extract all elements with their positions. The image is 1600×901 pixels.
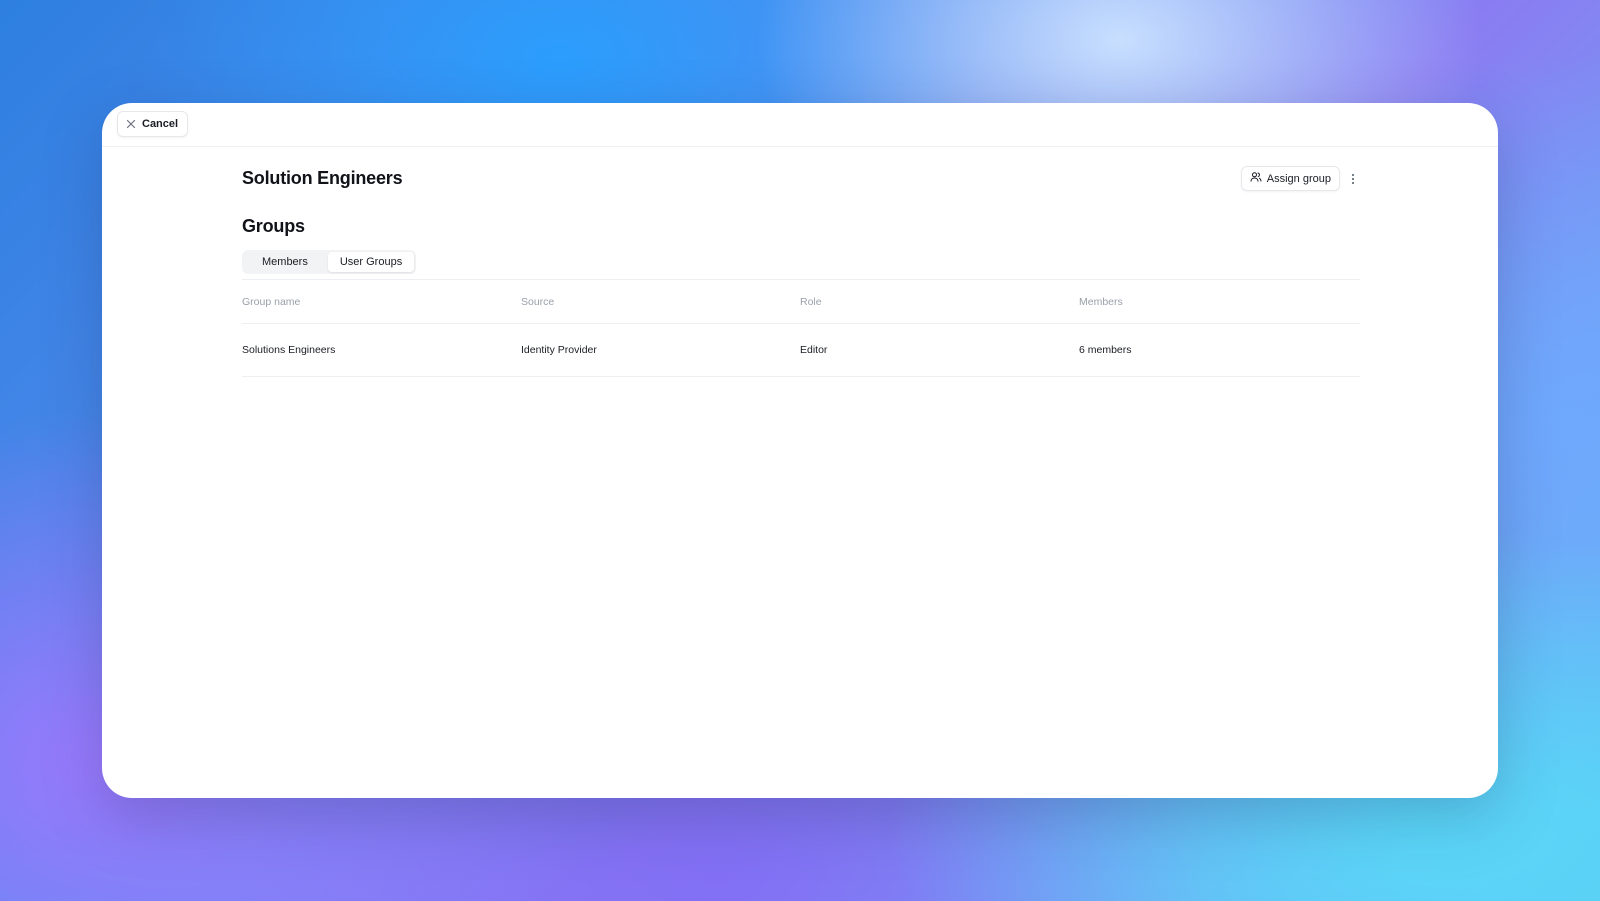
cell-source: Identity Provider: [521, 344, 597, 356]
tab-switcher: Members User Groups: [242, 250, 417, 274]
users-icon: [1250, 171, 1262, 186]
groups-table: Group name Source Role Members Solutions…: [242, 279, 1360, 377]
column-header-source[interactable]: Source: [521, 296, 800, 308]
cancel-button[interactable]: Cancel: [117, 111, 189, 137]
modal-window: Cancel Solution Engineers Assign group G…: [102, 103, 1498, 798]
top-bar: Cancel: [102, 103, 1498, 147]
cell-members: 6 members: [1079, 344, 1132, 356]
tab-members[interactable]: Members: [244, 252, 326, 272]
table-row[interactable]: Solutions Engineers Identity Provider Ed…: [242, 324, 1360, 377]
header-actions: Assign group: [1240, 166, 1360, 191]
page-title: Solution Engineers: [242, 168, 403, 188]
section-title: Groups: [242, 216, 305, 236]
table-header-row: Group name Source Role Members: [242, 280, 1360, 324]
cancel-label: Cancel: [142, 118, 179, 130]
close-icon: [126, 119, 136, 129]
column-header-members[interactable]: Members: [1079, 296, 1360, 308]
tab-user-groups[interactable]: User Groups: [327, 252, 415, 272]
title-row: Solution Engineers Assign group: [242, 147, 1360, 204]
column-header-role[interactable]: Role: [800, 296, 1079, 308]
assign-group-label: Assign group: [1266, 172, 1331, 185]
column-header-group-name[interactable]: Group name: [242, 296, 521, 308]
cell-group-name: Solutions Engineers: [242, 344, 336, 356]
cell-role: Editor: [800, 344, 828, 356]
assign-group-button[interactable]: Assign group: [1240, 166, 1340, 191]
main-content: Solution Engineers Assign group Groups M…: [242, 147, 1360, 377]
more-vertical-icon[interactable]: [1346, 168, 1360, 190]
